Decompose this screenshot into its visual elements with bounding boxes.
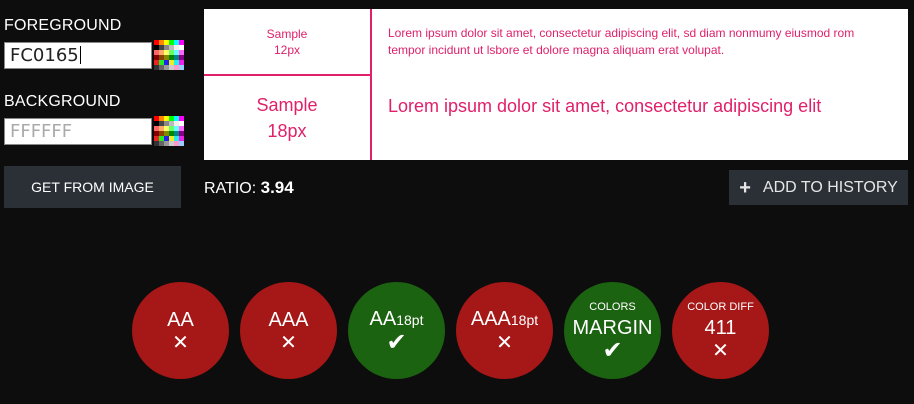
foreground-input[interactable]: FC0165 — [4, 42, 152, 69]
result-label: AAA18pt — [471, 308, 538, 331]
cross-icon: ✕ — [712, 338, 729, 362]
result-size-suffix: 18pt — [510, 312, 539, 328]
background-color-picker-icon[interactable] — [154, 116, 184, 146]
check-icon: ✔ — [602, 336, 623, 364]
result-badge: AAA18pt ✕ — [456, 282, 553, 379]
palette-swatch — [179, 65, 184, 70]
ratio-value: 3.94 — [260, 178, 294, 197]
lorem-text-12px: Lorem ipsum dolor sit amet, consectetur … — [388, 26, 855, 57]
contrast-preview: Sample 12px Sample 18px Lorem ipsum dolo… — [204, 9, 908, 160]
result-label: 411 — [705, 317, 737, 339]
sample-12-word: Sample — [266, 26, 308, 41]
result-label: AA — [167, 309, 194, 331]
lorem-text-18px: Lorem ipsum dolor sit amet, consectetur … — [388, 96, 822, 116]
result-label: AAA — [268, 309, 308, 331]
result-badge: COLOR DIFF 411 ✕ — [672, 282, 769, 379]
cross-icon: ✕ — [496, 330, 513, 354]
foreground-value: FC0165 — [10, 45, 79, 66]
result-level: AA — [167, 308, 194, 331]
result-badge: AAA ✕ — [240, 282, 337, 379]
sample-12px: Sample 12px — [204, 9, 370, 74]
result-level: AA — [369, 308, 397, 330]
background-input[interactable]: FFFFFF — [4, 118, 152, 145]
result-size-suffix: 18pt — [396, 312, 424, 328]
result-level: AAA — [470, 308, 511, 330]
result-level: AAA — [268, 308, 309, 331]
ratio-label: RATIO: — [204, 180, 257, 197]
result-badge: AA ✕ — [132, 282, 229, 379]
foreground-color-picker-icon[interactable] — [154, 40, 184, 70]
cross-icon: ✕ — [280, 329, 297, 354]
result-caption: COLOR DIFF — [687, 301, 754, 313]
palette-swatch — [179, 141, 184, 146]
result-level: 411 — [704, 317, 737, 339]
add-to-history-button[interactable]: + ADD TO HISTORY — [729, 170, 908, 205]
check-icon: ✔ — [386, 328, 407, 356]
sample-12-size: 12px — [273, 42, 301, 57]
sample-18px: Sample 18px — [204, 76, 370, 160]
preview-divider-vertical — [370, 9, 372, 160]
contrast-ratio: RATIO: 3.94 — [204, 178, 294, 198]
sample-18-size: 18px — [267, 121, 307, 141]
result-badge: AA18pt ✔ — [348, 282, 445, 379]
foreground-label: FOREGROUND — [4, 17, 122, 34]
sample-18-word: Sample — [256, 95, 318, 115]
get-from-image-button[interactable]: GET FROM IMAGE — [4, 166, 181, 208]
result-badge: COLORS MARGIN ✔ — [564, 282, 661, 379]
background-placeholder: FFFFFF — [10, 121, 73, 142]
result-caption: COLORS — [589, 301, 636, 313]
cross-icon: ✕ — [172, 329, 189, 354]
text-caret — [79, 46, 81, 64]
add-to-history-label: ADD TO HISTORY — [762, 178, 898, 196]
background-label: BACKGROUND — [4, 93, 121, 110]
plus-icon: + — [739, 176, 751, 199]
